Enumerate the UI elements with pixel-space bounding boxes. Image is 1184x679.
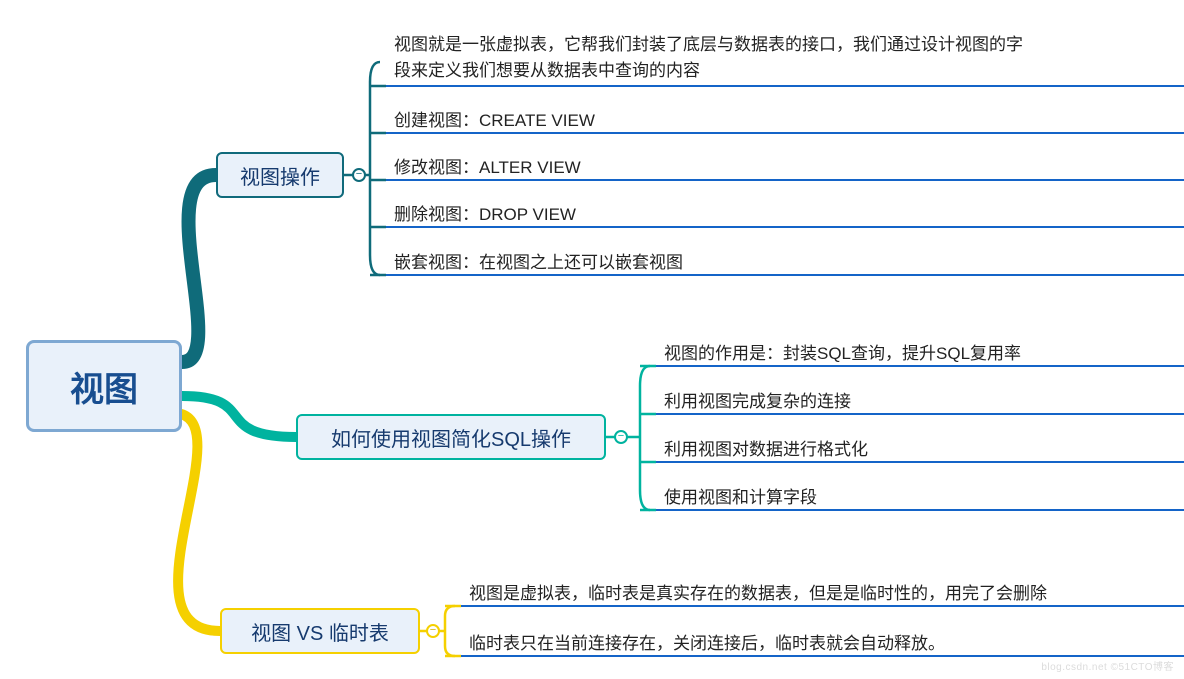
branch-label: 如何使用视图简化SQL操作	[331, 423, 571, 452]
branch-node-view-ops[interactable]: 视图操作	[216, 152, 344, 198]
branch-node-simplify-sql[interactable]: 如何使用视图简化SQL操作	[296, 414, 606, 460]
leaf-text: 利用视图完成复杂的连接	[664, 389, 851, 415]
connectors-layer	[0, 0, 1184, 679]
root-node[interactable]: 视图	[26, 340, 182, 432]
leaf-text: 临时表只在当前连接存在，关闭连接后，临时表就会自动释放。	[469, 631, 945, 657]
leaf-text: 视图的作用是：封装SQL查询，提升SQL复用率	[664, 341, 1021, 367]
branch-label: 视图操作	[240, 161, 320, 190]
mindmap-canvas: 视图 视图操作 视图就是一张虚拟表，它帮我们封装了底层与数据表的接口，我们通过设…	[0, 0, 1184, 679]
leaf-text: 创建视图：CREATE VIEW	[394, 108, 595, 134]
leaf-text: 利用视图对数据进行格式化	[664, 437, 868, 463]
watermark-text: blog.csdn.net ©51CTO博客	[1041, 658, 1174, 673]
root-label: 视图	[70, 362, 138, 411]
branch-node-view-vs-temp[interactable]: 视图 VS 临时表	[220, 608, 420, 654]
leaf-text: 视图是虚拟表，临时表是真实存在的数据表，但是是临时性的，用完了会删除	[469, 581, 1047, 607]
leaf-text: 使用视图和计算字段	[664, 485, 817, 511]
leaf-text: 修改视图：ALTER VIEW	[394, 155, 581, 181]
expander-icon[interactable]	[614, 430, 628, 444]
leaf-text: 删除视图：DROP VIEW	[394, 202, 576, 228]
leaf-text: 视图就是一张虚拟表，它帮我们封装了底层与数据表的接口，我们通过设计视图的字段来定…	[394, 32, 1184, 83]
branch-label: 视图 VS 临时表	[251, 617, 389, 646]
expander-icon[interactable]	[426, 624, 440, 638]
leaf-text: 嵌套视图：在视图之上还可以嵌套视图	[394, 250, 683, 276]
expander-icon[interactable]	[352, 168, 366, 182]
